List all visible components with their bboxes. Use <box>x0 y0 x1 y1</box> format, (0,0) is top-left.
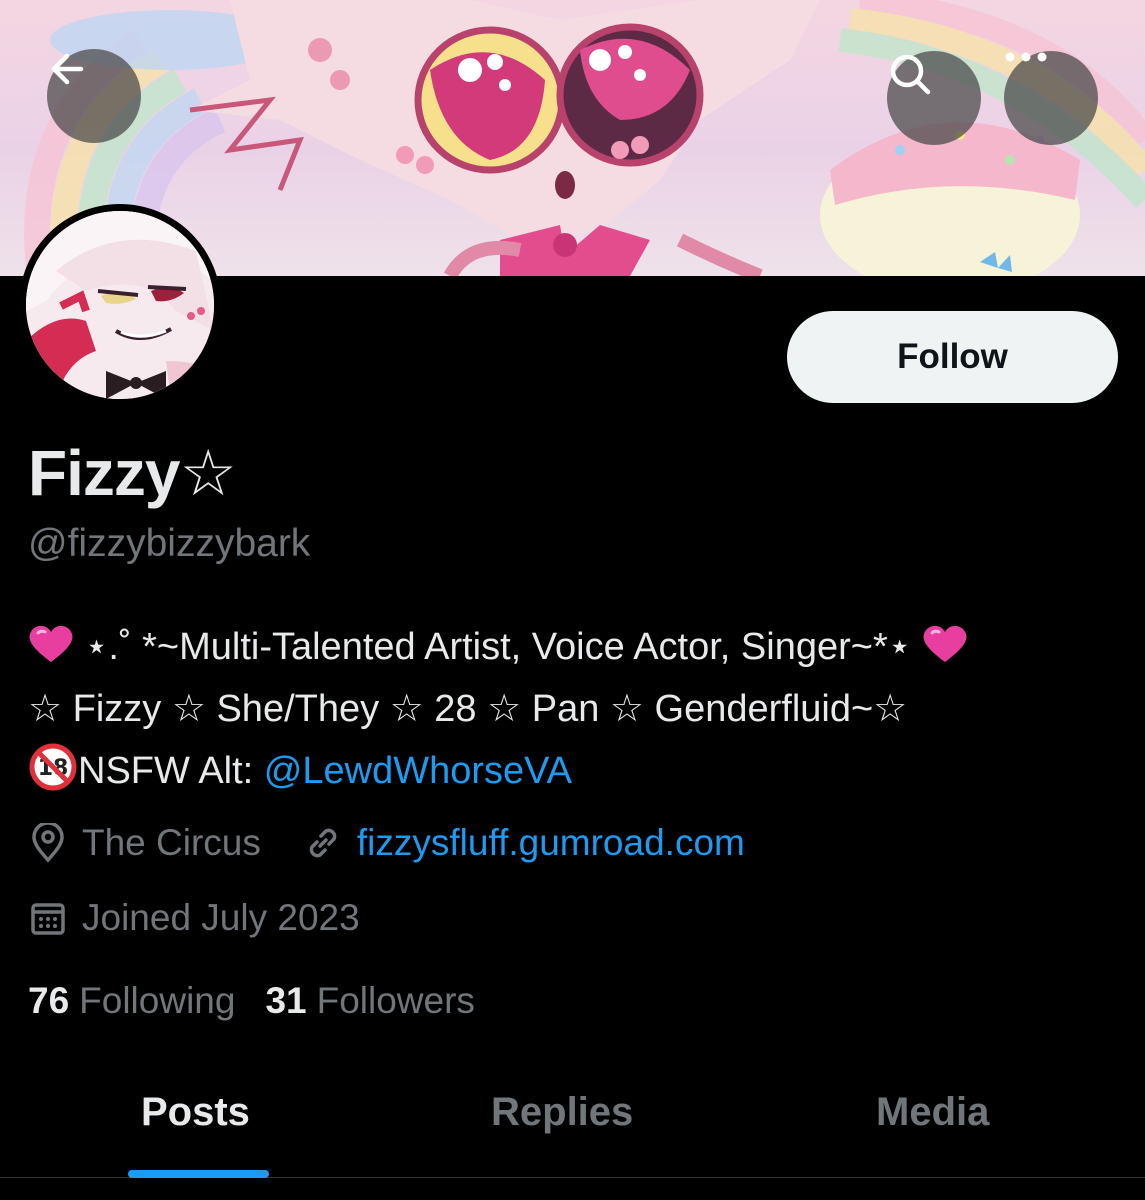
link-icon <box>309 828 337 858</box>
pink-heart-icon <box>923 625 967 662</box>
bio-line-1: ⋆.˚ *~Multi-Talented Artist, Voice Actor… <box>28 616 1128 678</box>
follow-stats: 76 Following 31 Followers <box>28 980 505 1022</box>
display-name: Fizzy☆ <box>28 437 237 509</box>
profile-tabs: Posts Replies Media <box>0 1060 1145 1178</box>
search-icon <box>890 54 931 95</box>
profile-bio: ⋆.˚ *~Multi-Talented Artist, Voice Actor… <box>28 616 1128 802</box>
bio-text-1: ⋆.˚ *~Multi-Talented Artist, Voice Actor… <box>84 626 912 668</box>
nsfw-alt-link[interactable]: @LewdWhorseVA <box>264 750 572 792</box>
followers-count: 31 <box>265 980 307 1021</box>
following-stat[interactable]: 76 Following <box>28 980 235 1022</box>
profile-meta-row: The Circus fizzysfluff.gumroad.com <box>28 822 745 864</box>
pink-heart-icon <box>29 625 73 662</box>
website-link[interactable]: fizzysfluff.gumroad.com <box>357 822 745 864</box>
avatar-image <box>26 211 214 399</box>
calendar-icon <box>31 903 65 935</box>
location-pin-icon <box>32 823 64 863</box>
tab-replies[interactable]: Replies <box>491 1090 633 1135</box>
bio-text-3: NSFW Alt: <box>78 750 264 792</box>
more-options-button[interactable] <box>1004 51 1098 145</box>
followers-label: Followers <box>316 980 475 1021</box>
back-button[interactable] <box>47 49 141 143</box>
search-button[interactable] <box>887 51 981 145</box>
bio-line-2: ☆ Fizzy ☆ She/They ☆ 28 ☆ Pan ☆ Genderfl… <box>28 688 908 730</box>
tab-posts[interactable]: Posts <box>141 1090 250 1135</box>
follow-button[interactable]: Follow <box>787 311 1118 403</box>
joined-text: Joined July 2023 <box>82 897 360 938</box>
active-tab-indicator <box>128 1170 269 1178</box>
following-label: Following <box>79 980 236 1021</box>
followers-stat[interactable]: 31 Followers <box>265 980 474 1022</box>
user-handle: @fizzybizzybark <box>28 522 311 565</box>
tab-media[interactable]: Media <box>876 1090 989 1135</box>
arrow-left-icon <box>51 53 84 85</box>
bio-line-3: 18 NSFW Alt: @LewdWhorseVA <box>28 740 1128 802</box>
profile-avatar[interactable] <box>19 204 221 406</box>
following-count: 76 <box>28 980 70 1021</box>
joined-date-row: Joined July 2023 <box>28 897 360 939</box>
location-text: The Circus <box>82 822 261 863</box>
no-under-18-icon: 18 <box>29 743 77 791</box>
more-horizontal-icon <box>1005 52 1047 62</box>
